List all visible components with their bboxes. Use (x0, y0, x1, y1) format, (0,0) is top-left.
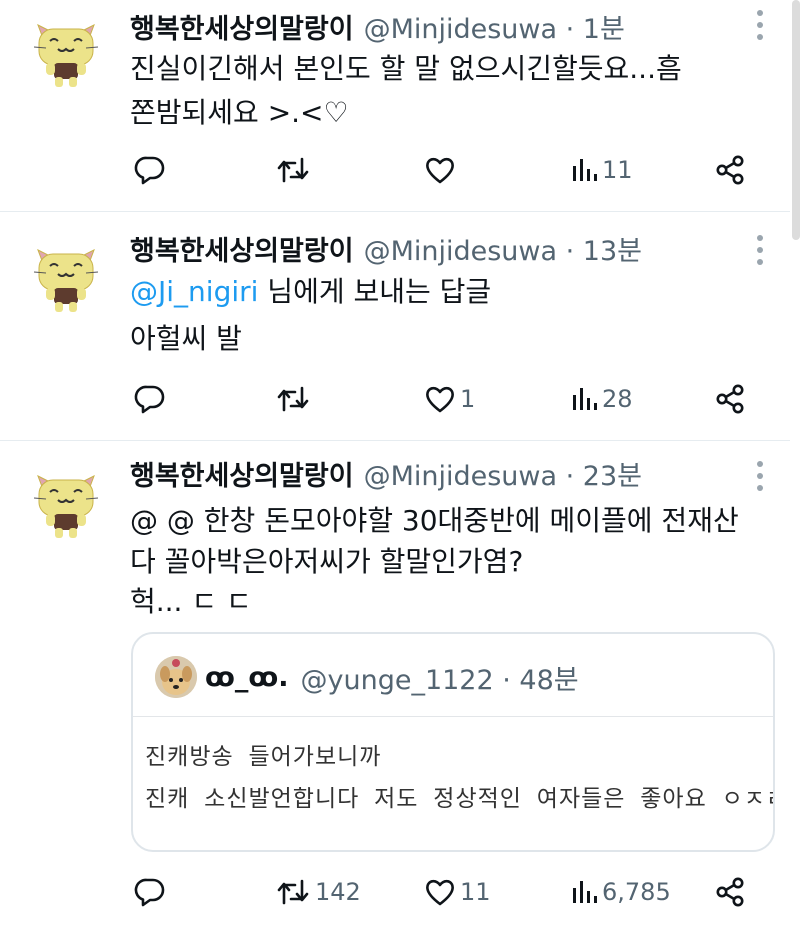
tweet-header: 행복한세상의말랑이 @Minjidesuwa · 23분 (130, 453, 642, 493)
retweet-icon (275, 154, 311, 186)
retweet-button[interactable] (275, 154, 315, 186)
tweet-text: 헉... ㄷ ㄷ (130, 585, 252, 618)
share-button[interactable] (714, 383, 746, 415)
view-count: 28 (602, 385, 633, 413)
avatar[interactable] (28, 15, 104, 91)
quoted-header: ꝏ_ꝏ. @yunge_1122 · 48분 (205, 658, 579, 697)
heart-icon (424, 876, 456, 908)
retweet-icon (275, 383, 311, 415)
retweet-icon (275, 876, 311, 908)
views-button[interactable]: 11 (570, 156, 633, 184)
tweet-header: 행복한세상의말랑이 @Minjidesuwa · 1분 (130, 6, 625, 46)
more-dots-icon[interactable] (748, 235, 772, 265)
handle[interactable]: @Minjidesuwa · 1분 (364, 7, 625, 46)
mention-link[interactable]: @Ji_nigiri (130, 275, 258, 308)
dog-icon (155, 656, 197, 698)
reply-button[interactable] (134, 383, 170, 415)
share-button[interactable] (714, 154, 746, 186)
share-icon (714, 383, 746, 415)
like-button[interactable]: 11 (424, 876, 491, 908)
views-button[interactable]: 6,785 (570, 878, 671, 906)
quoted-image[interactable]: 진캐방송 들어가보니까 진캐 소신발언합니다 저도 정상적인 여자들은 좋아요 … (133, 716, 775, 850)
reply-button[interactable] (134, 154, 170, 186)
tweet-text: 다 꼴아박은아저씨가 할말인가염? (130, 545, 524, 578)
view-count: 11 (602, 156, 633, 184)
reply-icon (134, 876, 166, 908)
scrollbar[interactable] (792, 0, 800, 240)
like-button[interactable] (424, 154, 460, 186)
share-icon (714, 154, 746, 186)
views-icon (570, 385, 598, 413)
display-name[interactable]: 행복한세상의말랑이 (130, 454, 354, 493)
tweet-header: 행복한세상의말랑이 @Minjidesuwa · 13분 (130, 228, 642, 268)
reply-icon (134, 383, 166, 415)
heart-icon (424, 383, 456, 415)
more-dots-icon[interactable] (748, 10, 772, 40)
handle[interactable]: @Minjidesuwa · 13분 (364, 229, 642, 268)
retweet-count: 142 (315, 878, 361, 906)
more-dots-icon[interactable] (748, 461, 772, 491)
heart-icon (424, 154, 456, 186)
reply-context-label: 님에게 보내는 답글 (258, 275, 492, 308)
quoted-text: 진캐 소신발언합니다 저도 정상적인 여자들은 좋아요 ㅇㅈㄹ. (145, 786, 775, 812)
divider (0, 211, 790, 212)
like-count: 1 (460, 385, 476, 413)
avatar[interactable] (28, 466, 104, 542)
display-name[interactable]: 행복한세상의말랑이 (130, 229, 354, 268)
quoted-handle[interactable]: @yunge_1122 · 48분 (300, 658, 578, 697)
retweet-button[interactable] (275, 383, 315, 415)
reply-icon (134, 154, 166, 186)
share-icon (714, 876, 746, 908)
tweet-text: 아헐씨 발 (130, 322, 242, 355)
reply-context: @Ji_nigiri 님에게 보내는 답글 (130, 270, 491, 314)
views-icon (570, 156, 598, 184)
quoted-tweet[interactable]: ꝏ_ꝏ. @yunge_1122 · 48분 진캐방송 들어가보니까 진캐 소신… (131, 632, 775, 852)
tweet-text: 쫀밤되세요 >.<♡ (130, 96, 349, 129)
share-button[interactable] (714, 876, 746, 908)
views-icon (570, 878, 598, 906)
quoted-text: 진캐방송 들어가보니까 (145, 744, 382, 770)
handle[interactable]: @Minjidesuwa · 23분 (364, 454, 642, 493)
quoted-avatar[interactable] (155, 656, 197, 698)
quoted-display-name[interactable]: ꝏ_ꝏ. (205, 662, 288, 693)
display-name[interactable]: 행복한세상의말랑이 (130, 7, 354, 46)
view-count: 6,785 (602, 878, 671, 906)
like-button[interactable]: 1 (424, 383, 475, 415)
reply-button[interactable] (134, 876, 170, 908)
tweet-text: @ @ 한창 돈모아야할 30대중반에 메이플에 전재산 (130, 504, 739, 537)
retweet-button[interactable]: 142 (275, 876, 361, 908)
tweet-text: 진실이긴해서 본인도 할 말 없으시긴할듯요...흠 (130, 52, 682, 85)
avatar[interactable] (28, 240, 104, 316)
divider (0, 440, 790, 441)
views-button[interactable]: 28 (570, 385, 633, 413)
like-count: 11 (460, 878, 491, 906)
